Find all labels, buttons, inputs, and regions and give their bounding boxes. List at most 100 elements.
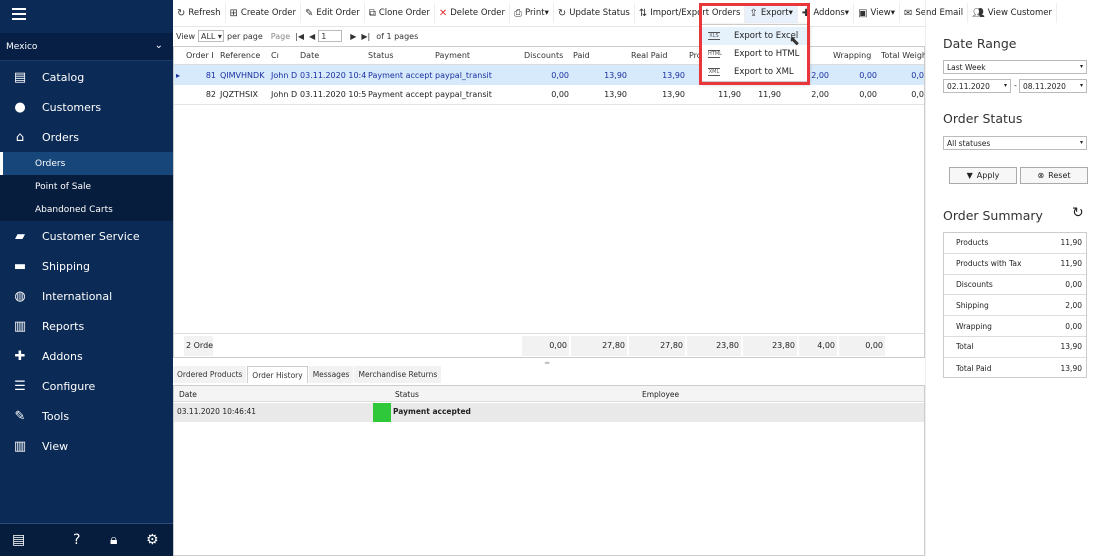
sidebar-item-orders[interactable]: ⌂ Orders [0,122,173,152]
sidebar-item-catalog[interactable]: ▤ Catalog [0,62,173,92]
clone-order-button[interactable]: ⧉ Clone Order [365,3,435,23]
sidebar-footer: ▤ ? 🔒︎ ⚙ [0,523,173,556]
page-size-select[interactable]: ALL ▾ [197,30,224,42]
page-count: of 1 pages [376,31,419,41]
truck-icon: ▬ [13,258,27,274]
date-range-select[interactable]: Last Week ▾ [943,60,1087,74]
tab-order-history[interactable]: Order History [247,366,308,383]
sidebar-item-shipping[interactable]: ▬ Shipping [0,251,173,281]
sidebar-item-label: Catalog [42,70,85,84]
grid-cell: 0,0 [911,70,924,80]
date-from-picker[interactable]: 02.11.2020 ▾ [943,79,1011,93]
splitter-handle[interactable]: ═ [545,359,549,367]
summary-row: Shipping 2,00 [944,295,1086,317]
delete-order-button[interactable]: ✕ Delete Order [435,3,511,23]
tab-messages[interactable]: Messages [308,366,354,383]
next-page-icon[interactable]: ▶ [350,32,356,41]
tab-merchandise-returns[interactable]: Merchandise Returns [354,366,442,383]
column-header: Order I [186,51,214,60]
create-order-button[interactable]: ⊞ Create Order [226,3,301,23]
tab-ordered-products[interactable]: Ordered Products [173,366,247,383]
sidebar-sub-orders[interactable]: Orders [0,152,173,175]
grid-cell: JQZTHSIX [220,90,258,99]
summary-value: 4,00 [799,335,837,356]
order-status-select[interactable]: All statuses ▾ [943,136,1087,150]
date-separator: - [1014,81,1017,90]
order-status-title: Order Status [943,111,1023,126]
last-page-icon[interactable]: ▶| [361,32,370,41]
refresh-summary-icon[interactable]: ↻ [1072,205,1084,221]
chevron-down-icon: ⌄ [154,40,163,51]
reset-button[interactable]: ⊗ Reset [1020,167,1088,184]
sidebar-item-configure[interactable]: ☰ Configure [0,371,173,401]
print-button[interactable]: ⎙ Print ▾ [510,3,554,23]
col-date: Date [179,390,197,399]
grid-cell: 0,00 [859,90,877,99]
toolbar: ↻ Refresh ⊞ Create Order ✎ Edit Order ⧉ Clon… [173,0,1057,27]
page-input[interactable]: 1 [318,30,343,42]
detail-tabs: Ordered Products Order History Messages … [173,366,442,383]
summary-label: Shipping [956,300,989,310]
sliders-icon: ☰ [14,378,26,394]
dropdown-arrow-icon: ▾ [1079,63,1083,70]
update-status-button[interactable]: ↻ Update Status [554,3,635,23]
lock-icon[interactable]: 🔒︎ [110,532,117,548]
sidebar-item-tools[interactable]: ✎ Tools [0,401,173,431]
grid-cell: Payment accepted [368,90,433,99]
view-chart-icon: ▥ [13,438,27,454]
table-row[interactable]: ▸ 81 QIMVHNDK John D03.11.2020 10:46:4Payme… [174,65,924,85]
grid-cell: Payment accepted [368,70,433,80]
sidebar-item-label: Configure [42,379,96,393]
grid-cell: 11,90 [758,90,781,99]
column-header: Discounts [524,51,564,60]
store-selector[interactable]: Mexico ⌄ [0,33,173,61]
sidebar-item-reports[interactable]: ▥ Reports [0,311,173,341]
first-page-icon[interactable]: |◀ [295,32,304,41]
clone-label: Clone Order [378,8,430,18]
help-icon[interactable]: ? [73,532,80,548]
bar-chart-icon: ▥ [13,318,27,334]
edit-order-button[interactable]: ✎ Edit Order [301,3,365,23]
sidebar-item-label: Addons [42,349,83,363]
col-status: Status [395,390,419,399]
summary-value: 23,80 [687,335,741,356]
table-row[interactable]: 82 JQZTHSIX John D03.11.2020 10:50:3Paymen… [174,85,924,105]
sidebar-item-view[interactable]: ▥ View [0,431,173,461]
print-label: Print [525,8,545,18]
sidebar-item-addons[interactable]: ✚ Addons [0,341,173,371]
hamburger-menu-icon[interactable] [12,8,26,20]
printer-icon: ⎙ [514,7,523,19]
date-to-picker[interactable]: 08.11.2020 ▾ [1019,79,1087,93]
grid-header: Order I Reference Cı Date Status Payment Disco… [174,47,926,65]
email-icon: ✉ [903,7,913,19]
create-label: Create Order [240,8,296,18]
history-row[interactable]: 03.11.2020 10:46:41 Payment accepted [174,403,924,422]
summary-label: Total Paid [956,363,992,373]
col-employee: Employee [642,390,680,399]
summary-row: Total 13,90 [944,337,1086,358]
date-from-value: 02.11.2020 [947,82,990,91]
grid-cell: 13,90 [662,70,685,80]
sidebar-sub-point-of-sale[interactable]: Point of Sale [0,175,173,198]
order-history-grid: Date Status Employee 03.11.2020 10:46:41… [173,385,925,556]
gear-icon[interactable]: ⚙ [146,532,159,548]
column-header: Payment [435,51,471,60]
summary-value: 0,00 [522,335,569,356]
sidebar-sub-abandoned-carts[interactable]: Abandoned Carts [0,198,173,221]
refresh-button[interactable]: ↻ Refresh [173,3,226,23]
prev-page-icon[interactable]: ◀ [309,32,315,41]
sidebar-item-label: Customers [42,100,102,114]
sidebar-item-customer-service[interactable]: ▰ Customer Service [0,221,173,251]
create-order-icon: ⊞ [229,7,238,19]
store-icon[interactable]: ▤ [12,532,25,548]
sidebar-item-label: Tools [42,409,70,423]
dropdown-arrow-icon: ▾ [1079,82,1083,89]
sidebar-item-international[interactable]: ◍ International [0,281,173,311]
column-header: Date [300,51,320,60]
apply-button[interactable]: ▼ Apply [949,167,1017,184]
view-button[interactable]: ▣ View ▾ [854,3,900,23]
sidebar-item-customers[interactable]: ● Customers [0,92,173,122]
reset-label: Reset [1048,171,1071,180]
status-color-swatch [373,403,391,422]
grid-cell: 0,00 [859,70,877,80]
